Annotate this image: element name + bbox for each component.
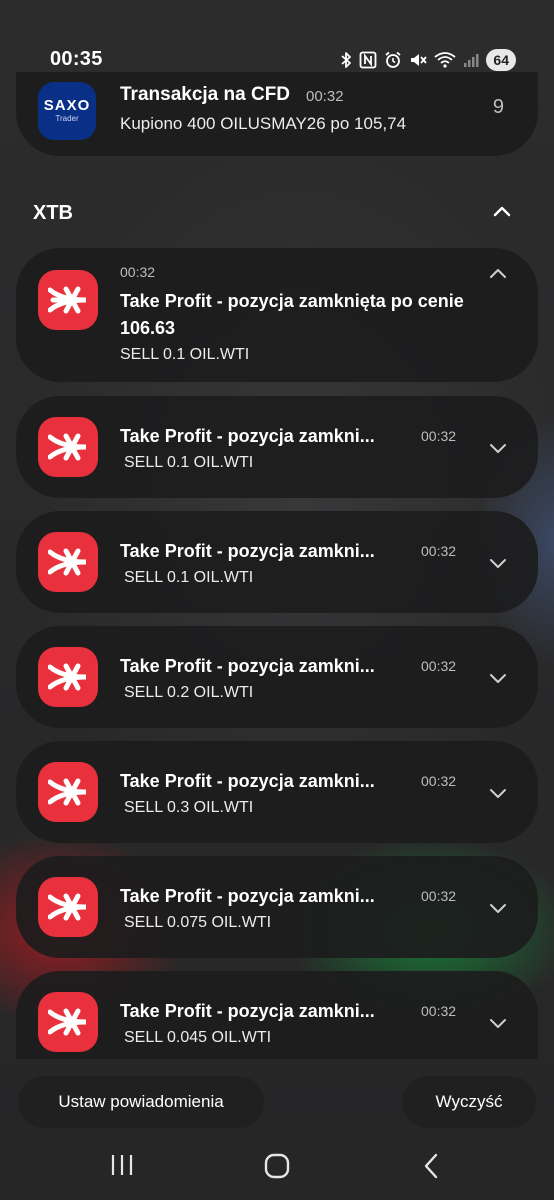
- xtb-notification[interactable]: Take Profit - pozycja zamkni... 00:32 SE…: [16, 626, 538, 728]
- notification-body: Kupiono 400 OILUSMAY26 po 105,74: [120, 114, 407, 133]
- signal-icon: [464, 54, 479, 67]
- notification-time: 00:32: [421, 888, 457, 904]
- chevron-down-icon[interactable]: [488, 787, 508, 801]
- back-icon[interactable]: [422, 1153, 440, 1179]
- notification-time: 00:32: [120, 264, 156, 280]
- notification-body: SELL 0.045 OIL.WTI: [124, 1029, 272, 1046]
- status-time: 00:35: [50, 48, 103, 70]
- notification-body: SELL 0.1 OIL.WTI: [120, 346, 250, 363]
- notification-body: SELL 0.075 OIL.WTI: [124, 914, 272, 931]
- xtb-logo-icon: [48, 286, 87, 314]
- notification-title: Transakcja na CFD: [120, 84, 291, 105]
- wifi-calling-icon: [434, 52, 456, 68]
- notification-body: SELL 0.1 OIL.WTI: [124, 454, 254, 471]
- xtb-notification[interactable]: Take Profit - pozycja zamkni... 00:32 SE…: [16, 856, 538, 958]
- mute-icon: [411, 54, 428, 66]
- chevron-down-icon[interactable]: [488, 672, 508, 686]
- navigation-bar: [0, 1148, 554, 1184]
- notification-title: Take Profit - pozycja zamknięta po cenie…: [120, 291, 464, 338]
- bluetooth-icon: [341, 52, 352, 68]
- notification-body: SELL 0.3 OIL.WTI: [124, 799, 254, 816]
- chevron-down-icon[interactable]: [488, 557, 508, 571]
- xtb-app-icon: [38, 417, 98, 477]
- notification-title: Take Profit - pozycja zamkni...: [120, 1001, 375, 1021]
- alarm-icon: [385, 51, 401, 68]
- xtb-notification[interactable]: Take Profit - pozycja zamkni... 00:32 SE…: [16, 741, 538, 843]
- notification-settings-button[interactable]: Ustaw powiadomienia: [18, 1076, 264, 1128]
- chevron-down-icon[interactable]: [488, 902, 508, 916]
- xtb-logo-icon: [48, 893, 87, 921]
- chevron-down-icon[interactable]: [488, 442, 508, 456]
- xtb-app-icon: [38, 877, 98, 937]
- notification-body: SELL 0.1 OIL.WTI: [124, 569, 254, 586]
- notification-title: Take Profit - pozycja zamkni...: [120, 886, 375, 906]
- xtb-app-icon: [38, 270, 98, 330]
- nfc-icon: [360, 51, 377, 69]
- chevron-up-icon[interactable]: [492, 204, 512, 218]
- notification-count-badge[interactable]: 9: [493, 96, 504, 119]
- chevron-up-icon[interactable]: [488, 266, 508, 280]
- chevron-down-icon[interactable]: [488, 1017, 508, 1031]
- xtb-app-icon: [38, 992, 98, 1052]
- notification-title: Take Profit - pozycja zamkni...: [120, 541, 375, 561]
- xtb-notification[interactable]: Take Profit - pozycja zamkni... 00:32 SE…: [16, 396, 538, 498]
- notification-time: 00:32: [421, 543, 457, 559]
- notification-time: 00:32: [421, 1003, 457, 1019]
- notification-title: Take Profit - pozycja zamkni...: [120, 656, 375, 676]
- notification-title: Take Profit - pozycja zamkni...: [120, 771, 375, 791]
- xtb-logo-icon: [48, 1008, 87, 1036]
- group-title: XTB: [33, 202, 73, 224]
- status-icons: 64: [340, 48, 516, 72]
- notification-time: 00:32: [421, 773, 457, 789]
- clear-all-button[interactable]: Wyczyść: [402, 1076, 536, 1128]
- notification-body: SELL 0.2 OIL.WTI: [124, 684, 254, 701]
- xtb-notification-expanded[interactable]: 00:32 Take Profit - pozycja zamknięta po…: [16, 248, 538, 382]
- xtb-app-icon: [38, 762, 98, 822]
- xtb-logo-icon: [48, 663, 87, 691]
- notification-time: 00:32: [306, 88, 344, 105]
- xtb-logo-icon: [48, 433, 87, 461]
- home-icon[interactable]: [264, 1153, 290, 1179]
- xtb-logo-icon: [48, 548, 87, 576]
- notification-time: 00:32: [421, 658, 457, 674]
- notification-time: 00:32: [421, 428, 457, 444]
- notification-title: Take Profit - pozycja zamkni...: [120, 426, 375, 446]
- recent-apps-icon[interactable]: [110, 1154, 134, 1176]
- xtb-logo-icon: [48, 778, 87, 806]
- saxo-notification[interactable]: SAXO Trader Transakcja na CFD 00:32 Kupi…: [16, 72, 538, 156]
- xtb-notification[interactable]: Take Profit - pozycja zamkni... 00:32 SE…: [16, 511, 538, 613]
- battery-indicator: 64: [486, 49, 516, 71]
- xtb-app-icon: [38, 647, 98, 707]
- saxo-app-icon: SAXO Trader: [38, 82, 96, 140]
- xtb-app-icon: [38, 532, 98, 592]
- xtb-notification[interactable]: Take Profit - pozycja zamkni... 00:32 SE…: [16, 971, 538, 1059]
